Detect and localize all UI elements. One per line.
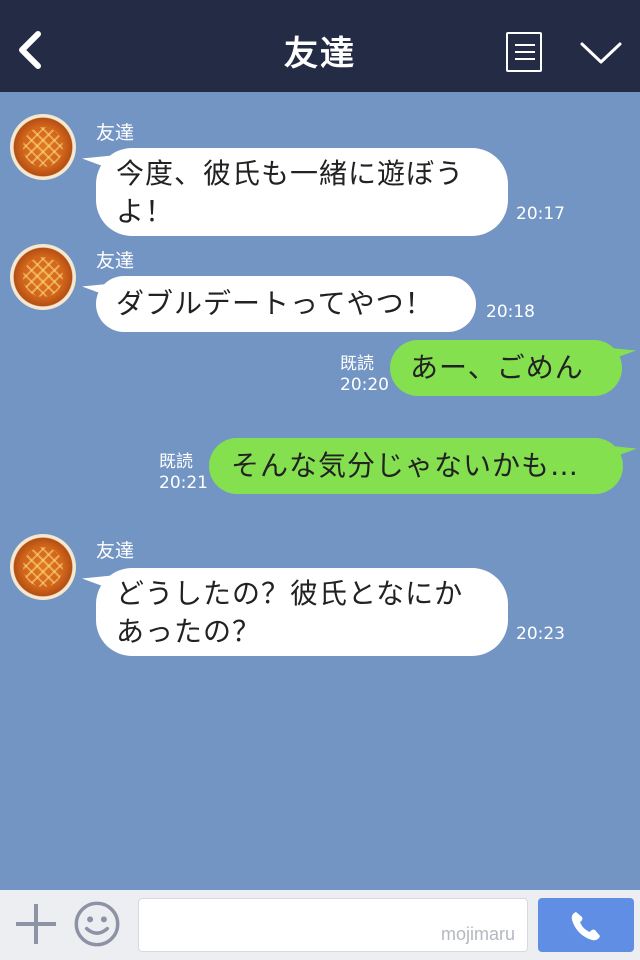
composer-bar: mojimaru [0, 890, 640, 960]
chat-header: 友達 [0, 0, 640, 92]
message-time: 20:21 [159, 473, 208, 493]
message-input[interactable]: mojimaru [138, 898, 528, 952]
plus-icon[interactable] [16, 904, 56, 944]
chat-title: 友達 [284, 34, 356, 74]
message-text-line: そんな気分じゃないかも… [231, 449, 580, 482]
read-receipt: 既読 20:20 [340, 354, 389, 396]
read-label: 既読 [159, 452, 193, 472]
incoming-message-bubble[interactable]: どうしたの？彼氏となにか あったの？ [96, 568, 508, 656]
friend-avatar[interactable] [10, 534, 76, 600]
sender-name: 友達 [96, 540, 135, 562]
message-text-line: あったの？ [116, 615, 262, 648]
message-text-line: よ！ [116, 195, 175, 228]
outgoing-message-bubble[interactable]: そんな気分じゃないかも… [209, 438, 623, 494]
outgoing-message-bubble[interactable]: あー、ごめん [390, 340, 622, 396]
phone-icon [571, 912, 600, 941]
chevron-down-icon[interactable] [578, 38, 624, 68]
message-list[interactable]: 友達 今度、彼氏も一緒に遊ぼう よ！ 20:17 友達 ダブルデートってやつ！ … [0, 92, 640, 890]
message-time: 20:18 [486, 302, 535, 322]
friend-avatar[interactable] [10, 244, 76, 310]
sender-name: 友達 [96, 122, 135, 144]
watermark-text: mojimaru [440, 924, 515, 944]
message-text-line: あー、ごめん [410, 351, 584, 384]
message-time: 20:20 [340, 375, 389, 395]
message-time: 20:17 [516, 204, 565, 224]
incoming-message-bubble[interactable]: ダブルデートってやつ！ [96, 276, 476, 332]
friend-avatar[interactable] [10, 114, 76, 180]
incoming-message-bubble[interactable]: 今度、彼氏も一緒に遊ぼう よ！ [96, 148, 508, 236]
call-button[interactable] [538, 898, 634, 952]
message-text-line: どうしたの？彼氏となにか [116, 577, 464, 610]
read-label: 既読 [340, 354, 374, 374]
sender-name: 友達 [96, 250, 135, 272]
message-text-line: ダブルデートってやつ！ [116, 287, 434, 320]
message-time: 20:23 [516, 624, 565, 644]
read-receipt: 既読 20:21 [159, 452, 208, 494]
menu-note-icon[interactable] [506, 32, 542, 72]
smiley-icon[interactable] [74, 901, 120, 947]
message-text-line: 今度、彼氏も一緒に遊ぼう [116, 157, 465, 190]
